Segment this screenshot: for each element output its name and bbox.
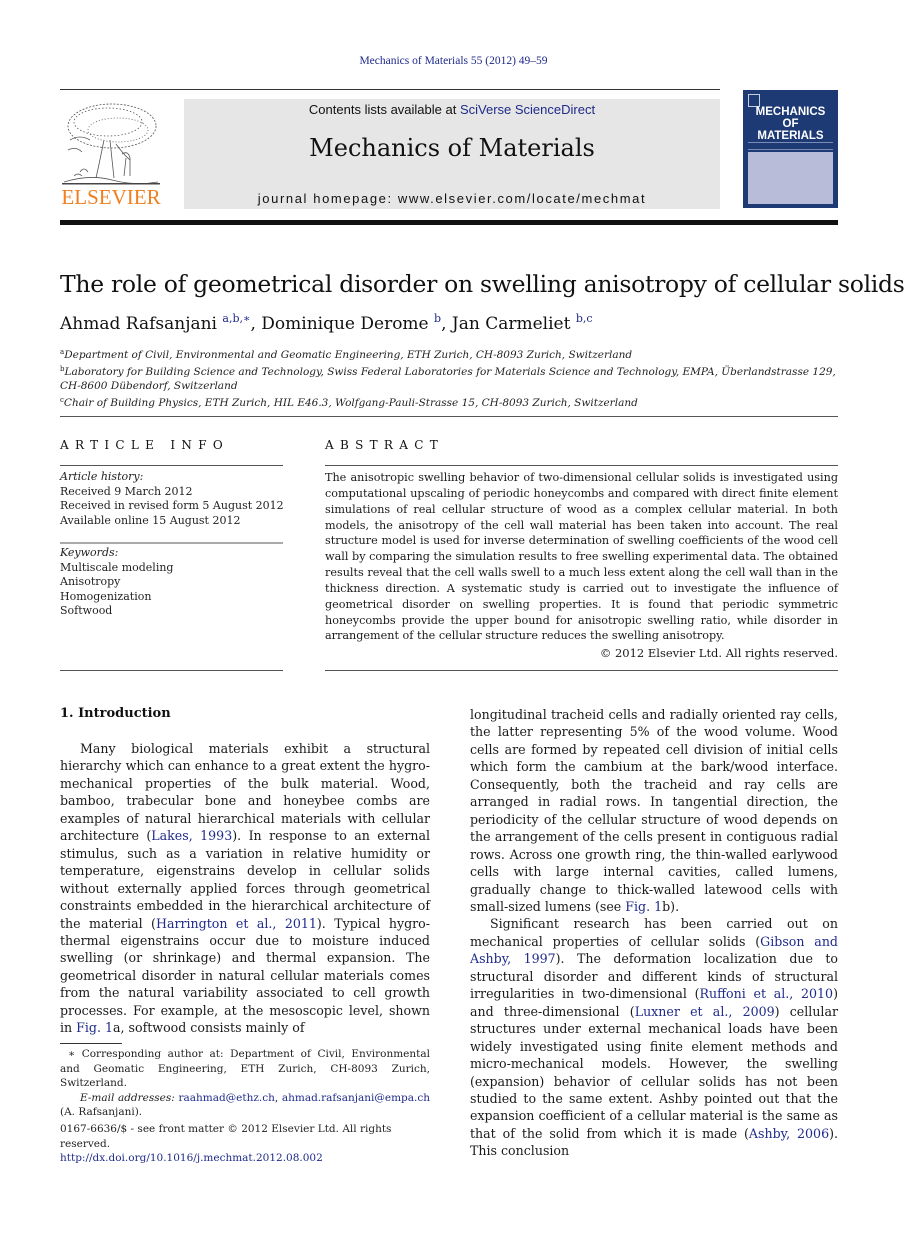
journal-homepage[interactable]: journal homepage: www.elsevier.com/locat…: [184, 191, 720, 206]
corresponding-author-note: ∗ Corresponding author at: Department of…: [60, 1048, 430, 1089]
elsevier-wordmark: ELSEVIER: [61, 185, 161, 209]
cover-title: MECHANICS OF MATERIALS: [755, 106, 826, 142]
body-column-left: Many biological materials exhibit a stru…: [60, 740, 430, 1037]
section-heading-introduction: 1. Introduction: [60, 706, 171, 721]
journal-title: Mechanics of Materials: [309, 134, 595, 162]
history-item: Available online 15 August 2012: [60, 513, 241, 527]
front-matter: 0167-6636/$ - see front matter © 2012 El…: [60, 1122, 440, 1166]
footnote-divider: [60, 1043, 122, 1044]
citation-link[interactable]: Ashby, 2006: [749, 1126, 829, 1141]
article-info-divider: [60, 465, 283, 466]
section-divider: [60, 416, 838, 417]
author-name[interactable]: Ahmad Rafsanjani: [60, 314, 217, 334]
citation-link[interactable]: Luxner et al., 2009: [635, 1004, 775, 1019]
paragraph: Significant research has been carried ou…: [470, 916, 839, 1159]
sciencedirect-link[interactable]: SciVerse ScienceDirect: [460, 102, 595, 117]
journal-reference-link[interactable]: Mechanics of Materials 55 (2012) 49–59: [359, 55, 547, 67]
masthead-divider: [60, 220, 838, 225]
footnotes: ∗ Corresponding author at: Department of…: [60, 1047, 430, 1120]
article-history: Article history: Received 9 March 2012 R…: [60, 470, 284, 527]
article-info-bottom-divider: [60, 670, 283, 671]
figure-link[interactable]: Fig. 1: [625, 899, 662, 914]
journal-cover[interactable]: MECHANICS OF MATERIALS: [743, 90, 838, 208]
affiliation: aDepartment of Civil, Environmental and …: [60, 348, 633, 361]
abstract-copyright: © 2012 Elsevier Ltd. All rights reserved…: [599, 646, 838, 660]
history-item: Received in revised form 5 August 2012: [60, 499, 284, 512]
history-item: Received 9 March 2012: [60, 484, 193, 498]
email-note: E-mail addresses: raahmad@ethz.ch, ahmad…: [60, 1091, 430, 1119]
keywords: Keywords: Multiscale modeling Anisotropy…: [60, 546, 285, 619]
affiliation: cChair of Building Physics, ETH Zurich, …: [60, 396, 638, 409]
elsevier-tree-icon: [62, 103, 160, 185]
keyword: Anisotropy: [60, 575, 121, 588]
keyword: Multiscale modeling: [60, 560, 174, 574]
article-info-heading: ARTICLE INFO: [60, 438, 229, 452]
email-link[interactable]: raahmad@ethz.ch: [178, 1092, 274, 1104]
abstract-text: The anisotropic swelling behavior of two…: [325, 471, 838, 643]
abstract-divider: [325, 465, 838, 466]
author-affiliation-mark[interactable]: b,c: [576, 312, 593, 325]
keyword: Homogenization: [60, 589, 152, 603]
author-affiliation-mark[interactable]: a,b,∗: [222, 312, 250, 325]
affiliation: bLaboratory for Building Science and Tec…: [60, 365, 836, 392]
paper-title: The role of geometrical disorder on swel…: [60, 270, 905, 298]
abstract-heading: ABSTRACT: [325, 438, 444, 452]
email-link[interactable]: ahmad.rafsanjani@empa.ch: [282, 1092, 430, 1104]
citation-link[interactable]: Harrington et al., 2011: [156, 916, 317, 931]
author-list: Ahmad Rafsanjani a,b,∗, Dominique Derome…: [60, 312, 593, 334]
figure-link[interactable]: Fig. 1: [76, 1020, 113, 1035]
abstract-bottom-divider: [325, 670, 838, 671]
paragraph: longitudinal tracheid cells and radially…: [470, 707, 838, 914]
issn-copyright: 0167-6636/$ - see front matter © 2012 El…: [60, 1123, 392, 1150]
elsevier-logo[interactable]: ELSEVIER: [60, 100, 162, 210]
keyword: Softwood: [60, 604, 113, 617]
author-name[interactable]: Jan Carmeliet: [452, 314, 571, 334]
journal-reference[interactable]: Mechanics of Materials 55 (2012) 49–59: [0, 55, 907, 67]
citation-link[interactable]: Lakes, 1993: [151, 828, 232, 843]
citation-link[interactable]: Ruffoni et al., 2010: [700, 986, 834, 1001]
cover-image-box: [748, 152, 833, 204]
paragraph: Many biological materials exhibit a stru…: [60, 741, 431, 1036]
keywords-divider: [60, 542, 283, 544]
author-name[interactable]: Dominique Derome: [261, 314, 428, 334]
doi-link[interactable]: http://dx.doi.org/10.1016/j.mechmat.2012…: [60, 1152, 323, 1164]
journal-banner: Contents lists available at SciVerse Sci…: [184, 99, 720, 209]
cover-subtitle: [748, 142, 833, 150]
affiliations: aDepartment of Civil, Environmental and …: [60, 345, 840, 410]
header-divider: [60, 89, 720, 90]
contents-availability: Contents lists available at SciVerse Sci…: [308, 102, 596, 117]
body-column-right: longitudinal tracheid cells and radially…: [470, 706, 838, 1160]
